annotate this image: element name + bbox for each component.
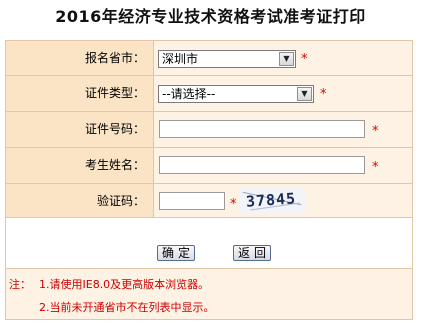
captcha-label: 验证码： xyxy=(6,184,154,217)
province-label: 报名省市： xyxy=(6,41,154,75)
province-selected-value: 深圳市 xyxy=(162,52,199,66)
required-mark: * xyxy=(230,197,237,212)
notes-prefix: 注： xyxy=(9,278,31,291)
required-mark: * xyxy=(320,87,327,102)
print-form: 报名省市： 深圳市 ▼ * 证件类型： --请选择-- ▼ * 证件号码： * … xyxy=(5,40,413,320)
name-label: 考生姓名： xyxy=(6,148,154,183)
id-number-row: 证件号码： * xyxy=(6,112,412,148)
captcha-row: 验证码： * 37845 xyxy=(6,184,412,218)
id-type-label: 证件类型： xyxy=(6,76,154,111)
id-type-select[interactable]: --请选择-- ▼ xyxy=(158,85,314,103)
chevron-down-icon[interactable]: ▼ xyxy=(297,87,312,101)
name-row: 考生姓名： * xyxy=(6,148,412,184)
note-line-2: 2.当前未开通省市不在列表中显示。 xyxy=(39,301,215,314)
captcha-text: 37845 xyxy=(245,189,297,211)
notes-panel: 注： 1.请使用IE8.0及更高版本浏览器。 2.当前未开通省市不在列表中显示。 xyxy=(6,269,412,319)
back-button[interactable]: 返回 xyxy=(233,245,271,261)
captcha-image[interactable]: 37845 xyxy=(240,188,306,214)
button-row: 确定 返回 xyxy=(6,218,412,269)
province-row: 报名省市： 深圳市 ▼ * xyxy=(6,41,412,76)
note-line-1: 1.请使用IE8.0及更高版本浏览器。 xyxy=(39,278,210,291)
required-mark: * xyxy=(372,160,379,175)
required-mark: * xyxy=(372,124,379,139)
page-title: 2016年经济专业技术资格考试准考证打印 xyxy=(55,7,366,26)
required-mark: * xyxy=(301,52,308,67)
id-type-selected-value: --请选择-- xyxy=(162,87,216,101)
province-select[interactable]: 深圳市 ▼ xyxy=(158,50,296,68)
id-number-label: 证件号码： xyxy=(6,112,154,147)
confirm-button[interactable]: 确定 xyxy=(157,245,195,261)
captcha-input[interactable] xyxy=(159,192,225,210)
id-type-row: 证件类型： --请选择-- ▼ * xyxy=(6,76,412,112)
id-number-input[interactable] xyxy=(159,120,365,138)
chevron-down-icon[interactable]: ▼ xyxy=(279,52,294,66)
name-input[interactable] xyxy=(159,156,365,174)
